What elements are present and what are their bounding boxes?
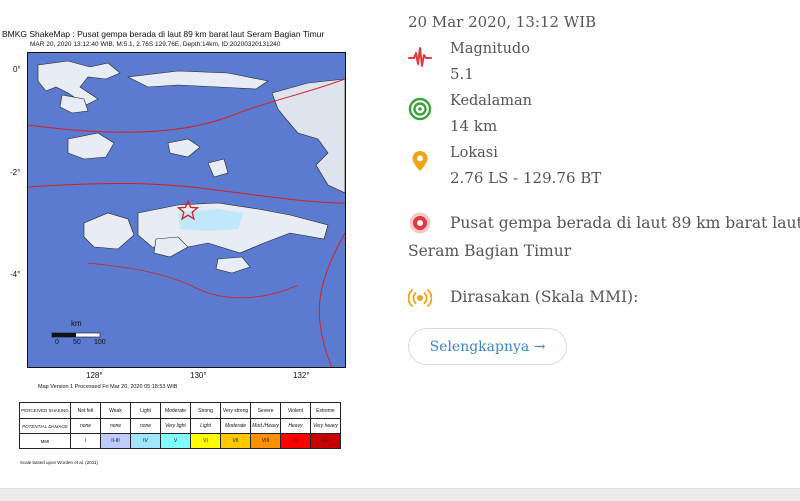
legend-row-shaking: PERCEIVED SHAKING Not felt Weak Light Mo…: [19, 402, 341, 419]
legend-cell: Light: [190, 418, 221, 434]
shakemap-subtitle: MAR 20, 2020 13:12:40 WIB, M:5.1, 2.76S …: [30, 41, 281, 48]
scale-label-0: 0: [55, 339, 59, 346]
felt-mmi-label: Dirasakan (Skala MMI):: [450, 288, 639, 306]
legend-cell: none: [130, 418, 161, 434]
mmi-cell: VII: [220, 433, 251, 449]
lat-tick-2: -2°: [10, 168, 21, 177]
legend-cell: Very light: [160, 418, 191, 434]
legend-header: MMI: [19, 433, 71, 449]
legend-cell: Very heavy: [310, 418, 341, 434]
mmi-cell: IV: [130, 433, 161, 449]
legend-cell: Not felt: [70, 402, 101, 419]
legend-cell: Light: [130, 402, 161, 419]
epicenter-text: Pusat gempa berada di laut 89 km barat l…: [450, 214, 800, 232]
scale-bar: [51, 332, 101, 338]
legend-header: PERCEIVED SHAKING: [19, 402, 71, 419]
mmi-cell: VIII: [250, 433, 281, 449]
legend-cell: Violent: [280, 402, 311, 419]
depth-row: Kedalaman 14 km: [408, 93, 708, 143]
scale-credit: Scale based upon Worden et al. (2011): [20, 460, 98, 465]
epicenter-text-cont: Seram Bagian Timur: [408, 242, 572, 260]
depth-value: 14 km: [450, 117, 498, 135]
magnitude-row: Magnitudo 5.1: [408, 41, 708, 91]
map-version-line: Map Version 1 Processed Fri Mar 20, 2020…: [38, 384, 178, 390]
legend-cell: Strong: [190, 402, 221, 419]
legend-cell: Severe: [250, 402, 281, 419]
event-datetime: 20 Mar 2020, 13:12 WIB: [408, 13, 597, 31]
location-value: 2.76 LS - 129.76 BT: [450, 169, 602, 187]
shakemap-map: km 0 50 100: [27, 52, 346, 368]
broadcast-icon: [408, 289, 432, 307]
scale-label-50: 50: [73, 339, 81, 346]
bottom-scrollbar[interactable]: [0, 488, 800, 501]
shakemap-title: BMKG ShakeMap : Pusat gempa berada di la…: [2, 29, 325, 39]
legend-header: POTENTIAL DAMAGE: [19, 418, 71, 434]
legend-cell: Heavy: [280, 418, 311, 434]
lat-tick-4: -4°: [10, 270, 21, 279]
lon-tick-130: 130°: [190, 371, 207, 380]
mmi-cell: V: [160, 433, 191, 449]
legend-cell: Very strong: [220, 402, 251, 419]
lon-tick-128: 128°: [86, 371, 103, 380]
location-label: Lokasi: [450, 145, 498, 161]
legend-cell: none: [70, 418, 101, 434]
magnitude-label: Magnitudo: [450, 41, 530, 57]
mmi-cell: IX: [280, 433, 311, 449]
depth-target-icon: [408, 97, 432, 121]
scale-label-100: 100: [94, 339, 106, 346]
scale-unit: km: [71, 319, 82, 328]
location-pin-icon: [412, 151, 428, 171]
mmi-legend-table: PERCEIVED SHAKING Not felt Weak Light Mo…: [19, 402, 341, 449]
lon-tick-132: 132°: [293, 371, 310, 380]
legend-row-mmi: MMI I II-III IV V VI VII VIII IX X+: [19, 433, 341, 449]
legend-cell: Weak: [100, 402, 131, 419]
location-row: Lokasi 2.76 LS - 129.76 BT: [408, 145, 708, 195]
mmi-cell: I: [70, 433, 101, 449]
magnitude-value: 5.1: [450, 65, 474, 83]
mmi-cell: X+: [310, 433, 341, 449]
shakemap-image: BMKG ShakeMap : Pusat gempa berada di la…: [0, 0, 385, 478]
legend-row-damage: POTENTIAL DAMAGE none none none Very lig…: [19, 418, 341, 434]
lat-tick-0: 0°: [13, 65, 21, 74]
mmi-zone-iv: [178, 209, 244, 231]
legend-cell: Moderate: [160, 402, 191, 419]
legend-cell: Extreme: [310, 402, 341, 419]
legend-cell: Mod./Heavy: [250, 418, 281, 434]
legend-cell: Moderate: [220, 418, 251, 434]
epicenter-icon: [409, 212, 431, 234]
mmi-cell: II-III: [100, 433, 131, 449]
mmi-cell: VI: [190, 433, 221, 449]
depth-label: Kedalaman: [450, 93, 532, 109]
legend-cell: none: [100, 418, 131, 434]
seismograph-icon: [408, 47, 432, 67]
read-more-button[interactable]: Selengkapnya →: [408, 328, 567, 365]
